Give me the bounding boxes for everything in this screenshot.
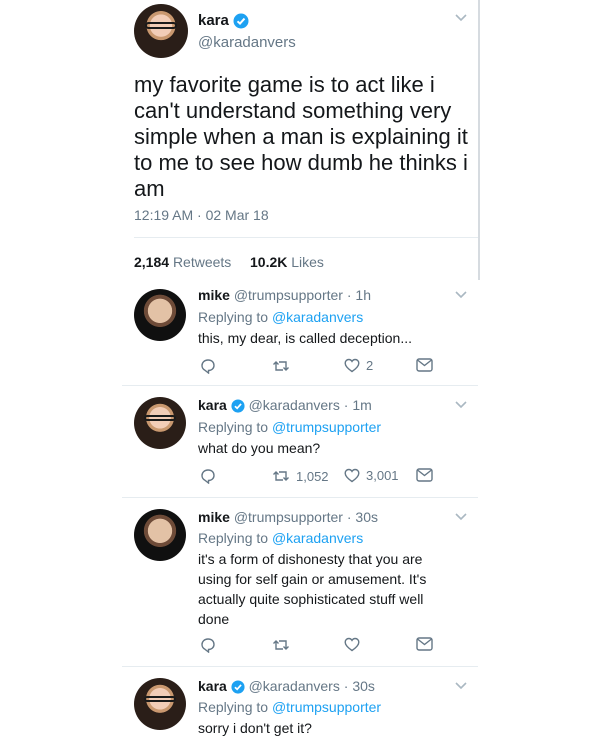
replying-to-link[interactable]: @karadanvers: [272, 530, 363, 546]
chevron-down-icon[interactable]: [455, 682, 467, 690]
chevron-down-icon[interactable]: [455, 513, 467, 521]
reply-user-handle[interactable]: @karadanvers: [249, 678, 340, 694]
separator-dot: ·: [346, 287, 352, 303]
reply-icon: [200, 468, 216, 484]
reply-text-line: actually quite sophisticated stuff well: [198, 591, 424, 607]
avatar[interactable]: [134, 289, 186, 341]
like-action[interactable]: [344, 637, 366, 652]
tweet-text: my favorite game is to act like i can't …: [134, 72, 474, 202]
avatar[interactable]: [134, 4, 188, 58]
glasses-graphic: [144, 22, 178, 29]
reply-text: sorry i don't get it?: [198, 720, 312, 736]
reply-icon: [200, 358, 216, 374]
avatar[interactable]: [134, 397, 186, 449]
avatar[interactable]: [134, 678, 186, 730]
heart-icon: [344, 637, 360, 652]
glasses-graphic: [144, 695, 176, 702]
reply-text-line: done: [198, 611, 230, 627]
retweet-action[interactable]: [272, 358, 296, 374]
retweet-action[interactable]: 1,052: [272, 468, 329, 484]
reply-text-line: using for self gain or amusement. It's: [198, 571, 427, 587]
reply-user-name[interactable]: mike: [198, 509, 230, 525]
tweet-line: to me to see how dumb he thinks i: [134, 150, 468, 175]
replying-to-link[interactable]: @karadanvers: [272, 309, 363, 325]
reply-action[interactable]: [200, 468, 216, 484]
reply-user-handle[interactable]: @trumpsupporter: [234, 287, 343, 303]
chevron-down-icon[interactable]: [455, 401, 467, 409]
direct-message-action[interactable]: [416, 637, 433, 651]
reply-divider: [122, 497, 478, 498]
reply-time[interactable]: 30s: [355, 509, 378, 525]
likes-stat[interactable]: 10.2K Likes: [250, 253, 324, 271]
retweets-label: Retweets: [172, 254, 232, 270]
stats-divider: [134, 237, 478, 238]
reply-user-handle[interactable]: @karadanvers: [249, 397, 340, 413]
envelope-icon: [416, 637, 433, 651]
chevron-down-icon[interactable]: [455, 14, 467, 22]
glasses-graphic: [144, 414, 176, 421]
separator-dot: ·: [346, 509, 352, 525]
replying-label: Replying to: [198, 699, 269, 715]
reply-user-name[interactable]: kara: [198, 678, 227, 694]
tweet-line: am: [134, 176, 165, 201]
reply-user-handle[interactable]: @trumpsupporter: [234, 509, 343, 525]
envelope-icon: [416, 468, 433, 482]
separator-dot: ·: [343, 397, 349, 413]
tweet-timestamp[interactable]: 12:19 AM · 02 Mar 18: [134, 206, 269, 224]
reply-action[interactable]: [200, 358, 216, 374]
like-action[interactable]: 3,001: [344, 468, 399, 483]
tweet-line: my favorite game is to act like i: [134, 72, 435, 97]
chevron-down-icon[interactable]: [455, 291, 467, 299]
thread-divider-line: [478, 0, 480, 280]
like-action[interactable]: 2: [344, 358, 373, 373]
reply-time[interactable]: 30s: [352, 678, 375, 694]
likes-count: 10.2K: [250, 254, 288, 270]
replying-label: Replying to: [198, 419, 269, 435]
retweets-stat[interactable]: 2,184 Retweets: [134, 253, 231, 271]
main-user-name[interactable]: kara: [198, 12, 229, 29]
envelope-icon: [416, 358, 433, 372]
avatar[interactable]: [134, 509, 186, 561]
reply-text-line: it's a form of dishonesty that you are: [198, 551, 423, 567]
reply-action[interactable]: [200, 637, 216, 653]
tweet-line: can't understand something very: [134, 98, 452, 123]
retweet-icon: [272, 468, 290, 484]
heart-icon: [344, 468, 360, 483]
verified-badge-icon: [233, 13, 249, 29]
replying-label: Replying to: [198, 309, 269, 325]
direct-message-action[interactable]: [416, 358, 433, 372]
direct-message-action[interactable]: [416, 468, 433, 482]
retweet-icon: [272, 637, 290, 653]
retweets-count: 2,184: [134, 254, 170, 270]
retweet-action[interactable]: [272, 637, 296, 653]
reply-user-name[interactable]: mike: [198, 287, 230, 303]
like-count: 2: [366, 358, 374, 373]
reply-icon: [200, 637, 216, 653]
retweet-count: 1,052: [296, 468, 329, 484]
reply-divider: [122, 666, 478, 667]
retweet-icon: [272, 358, 290, 374]
reply-text: what do you mean?: [198, 440, 321, 456]
tweet-line: simple when a man is explaining it: [134, 124, 468, 149]
verified-badge-icon: [231, 399, 245, 413]
verified-badge-icon: [231, 680, 245, 694]
reply-text: this, my dear, is called deception...: [198, 330, 412, 346]
replying-to-link[interactable]: @trumpsupporter: [272, 419, 381, 435]
likes-label: Likes: [291, 254, 324, 270]
replying-to-link[interactable]: @trumpsupporter: [272, 699, 381, 715]
reply-user-name[interactable]: kara: [198, 397, 227, 413]
reply-time[interactable]: 1h: [355, 287, 371, 303]
replying-label: Replying to: [198, 530, 269, 546]
reply-divider: [122, 385, 478, 386]
separator-dot: ·: [343, 678, 349, 694]
heart-icon: [344, 358, 360, 373]
like-count: 3,001: [366, 468, 399, 483]
reply-time[interactable]: 1m: [352, 397, 371, 413]
main-user-handle[interactable]: @karadanvers: [198, 34, 296, 52]
